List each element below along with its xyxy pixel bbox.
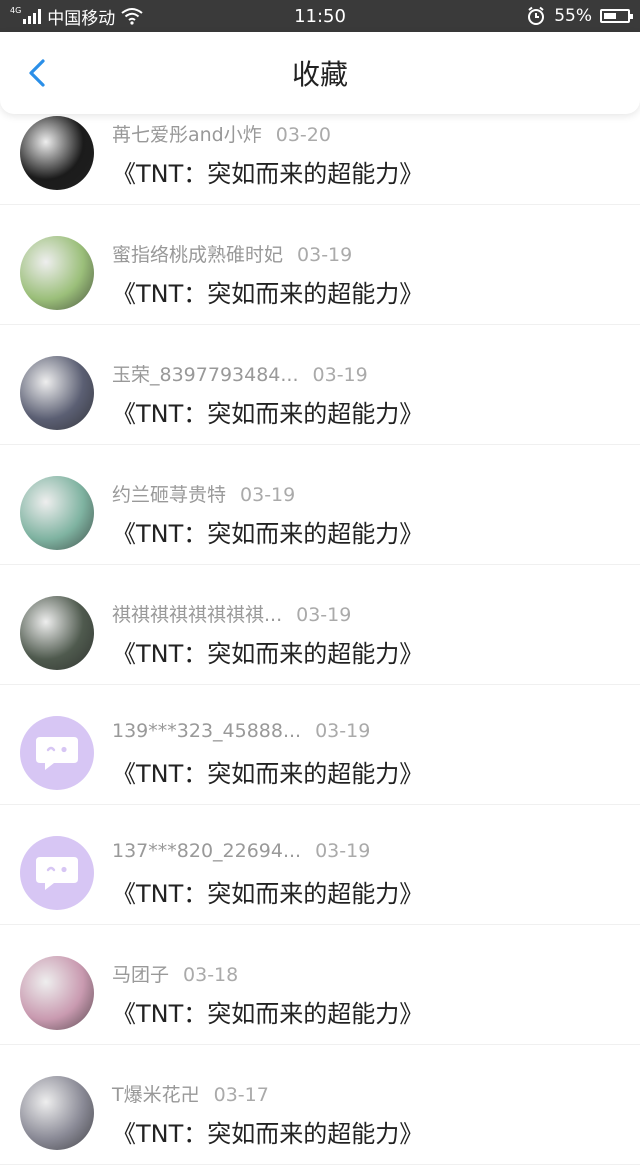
username[interactable]: 约兰砸荨贵特 (112, 484, 226, 506)
date: 03-19 (315, 840, 371, 862)
username[interactable]: 玉荣_8397793484... (112, 364, 299, 386)
list-item[interactable]: 蜜指络桃成熟碓时妃 03-19 《TNT：突如而来的超能力》 (0, 204, 640, 325)
item-meta: 玉荣_8397793484... 03-19 (112, 360, 368, 387)
avatar[interactable] (20, 356, 94, 430)
list-item[interactable]: 玉荣_8397793484... 03-19 《TNT：突如而来的超能力》 (0, 324, 640, 445)
avatar[interactable] (20, 596, 94, 670)
item-title[interactable]: 《TNT：突如而来的超能力》 (112, 394, 423, 429)
item-meta: 约兰砸荨贵特 03-19 (112, 480, 295, 507)
page-title: 收藏 (291, 58, 348, 91)
date: 03-19 (296, 604, 352, 626)
item-meta: 139***323_45888... 03-19 (112, 720, 370, 742)
battery-icon (600, 9, 633, 23)
battery-percent: 55% (554, 6, 592, 26)
avatar[interactable] (20, 716, 94, 790)
item-meta: 马团子 03-18 (112, 960, 238, 987)
date: 03-17 (213, 1084, 269, 1106)
item-title[interactable]: 《TNT：突如而来的超能力》 (112, 994, 423, 1029)
avatar[interactable] (20, 956, 94, 1030)
username[interactable]: 苒七爱彤and小炸 (112, 124, 262, 146)
alarm-icon (528, 6, 545, 25)
date: 03-19 (312, 364, 368, 386)
nav-bar: 收藏 (0, 32, 640, 114)
avatar[interactable] (20, 116, 94, 190)
item-title[interactable]: 《TNT：突如而来的超能力》 (112, 754, 423, 789)
username[interactable]: T爆米花卍 (112, 1084, 200, 1106)
list-item[interactable]: T爆米花卍 03-17 《TNT：突如而来的超能力》 (0, 1044, 640, 1165)
date: 03-20 (275, 124, 331, 146)
item-meta: 祺祺祺祺祺祺祺祺... 03-19 (112, 600, 351, 627)
item-title[interactable]: 《TNT：突如而来的超能力》 (112, 1114, 423, 1149)
item-meta: 蜜指络桃成熟碓时妃 03-19 (112, 240, 352, 267)
username[interactable]: 137***820_22694... (112, 840, 301, 862)
list-item[interactable]: 137***820_22694... 03-19 《TNT：突如而来的超能力》 (0, 804, 640, 925)
date: 03-18 (183, 964, 239, 986)
list-item[interactable]: 约兰砸荨贵特 03-19 《TNT：突如而来的超能力》 (0, 444, 640, 565)
avatar[interactable] (20, 236, 94, 310)
date: 03-19 (297, 244, 353, 266)
list-item[interactable]: 马团子 03-18 《TNT：突如而来的超能力》 (0, 924, 640, 1045)
chat-bubble-icon (36, 737, 78, 770)
item-title[interactable]: 《TNT：突如而来的超能力》 (112, 154, 423, 189)
date: 03-19 (315, 720, 371, 742)
list-item[interactable]: 139***323_45888... 03-19 《TNT：突如而来的超能力》 (0, 684, 640, 805)
item-title[interactable]: 《TNT：突如而来的超能力》 (112, 274, 423, 309)
status-bar: 4G 中国移动 11:50 55% (0, 0, 640, 32)
list-item[interactable]: 祺祺祺祺祺祺祺祺... 03-19 《TNT：突如而来的超能力》 (0, 564, 640, 685)
username[interactable]: 139***323_45888... (112, 720, 301, 742)
avatar[interactable] (20, 1076, 94, 1150)
username[interactable]: 马团子 (112, 964, 169, 986)
item-title[interactable]: 《TNT：突如而来的超能力》 (112, 634, 423, 669)
avatar[interactable] (20, 476, 94, 550)
item-meta: 137***820_22694... 03-19 (112, 840, 370, 862)
date: 03-19 (240, 484, 296, 506)
item-meta: T爆米花卍 03-17 (112, 1080, 269, 1107)
item-meta: 苒七爱彤and小炸 03-20 (112, 120, 331, 147)
item-title[interactable]: 《TNT：突如而来的超能力》 (112, 874, 423, 909)
username[interactable]: 蜜指络桃成熟碓时妃 (112, 244, 283, 266)
avatar[interactable] (20, 836, 94, 910)
username[interactable]: 祺祺祺祺祺祺祺祺... (112, 604, 282, 626)
chat-bubble-icon (36, 857, 78, 890)
item-title[interactable]: 《TNT：突如而来的超能力》 (112, 514, 423, 549)
